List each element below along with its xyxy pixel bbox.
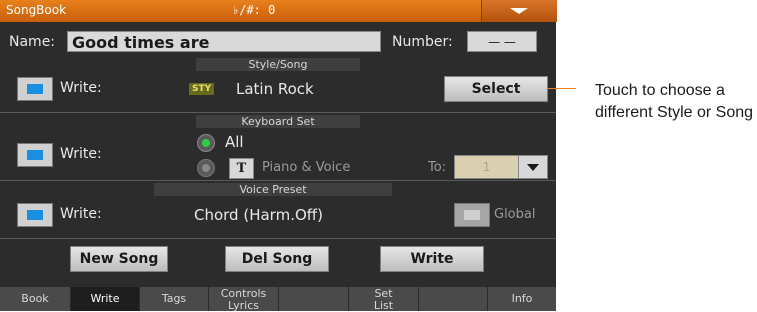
tab-empty	[279, 287, 349, 311]
radio-all[interactable]	[197, 134, 215, 152]
keyboard-write-label: Write:	[60, 146, 102, 162]
to-label: To:	[428, 160, 447, 175]
annotation-text: Touch to choose a different Style or Son…	[595, 82, 754, 121]
global-label: Global	[494, 207, 536, 222]
style-song-value: Latin Rock	[236, 80, 314, 98]
keyboard-set-heading: Keyboard Set	[196, 115, 360, 128]
voice-write-checkbox[interactable]	[17, 203, 53, 227]
tab-info[interactable]: Info	[488, 287, 556, 311]
del-song-button[interactable]: Del Song	[225, 246, 329, 272]
style-write-label: Write:	[60, 80, 102, 96]
name-label: Name:	[9, 34, 56, 50]
name-field[interactable]: Good times are	[67, 31, 381, 52]
voice-write-label: Write:	[60, 206, 102, 222]
piano-voice-label: Piano & Voice	[262, 160, 351, 175]
transpose-indicator: ♭/#: 0	[232, 3, 276, 17]
voice-preset-value: Chord (Harm.Off)	[194, 206, 323, 224]
tab-tags[interactable]: Tags	[140, 287, 209, 311]
write-button[interactable]: Write	[380, 246, 484, 272]
tab-label: Tags	[161, 292, 187, 305]
keyboard-write-checkbox[interactable]	[17, 143, 53, 167]
checkbox-on-mark	[27, 210, 43, 220]
page-title: SongBook	[6, 3, 67, 17]
tab-label-line1: Controls	[220, 287, 267, 300]
divider	[0, 112, 556, 113]
divider	[0, 180, 556, 181]
checkbox-off-mark	[464, 210, 480, 220]
voice-preset-heading: Voice Preset	[154, 183, 392, 196]
tab-set-list[interactable]: Set List	[349, 287, 419, 311]
new-song-button[interactable]: New Song	[70, 246, 168, 272]
tab-write[interactable]: Write	[71, 287, 140, 311]
number-field[interactable]: — —	[467, 31, 537, 52]
checkbox-on-mark	[27, 150, 43, 160]
to-select[interactable]: 1	[454, 155, 519, 179]
tab-label: Write	[90, 292, 120, 305]
number-label: Number:	[392, 34, 453, 50]
page-menu-button[interactable]	[481, 0, 557, 22]
to-dropdown-button[interactable]	[518, 155, 548, 179]
tab-label-line2: List	[373, 299, 394, 312]
tab-label: Info	[511, 292, 533, 305]
select-button[interactable]: Select	[444, 76, 548, 102]
tab-book[interactable]: Book	[0, 287, 71, 311]
tab-empty	[419, 287, 488, 311]
checkbox-on-mark	[27, 84, 43, 94]
tab-label: Book	[21, 292, 49, 305]
title-bar: SongBook ♭/#: 0	[0, 0, 557, 22]
songbook-screen: SongBook ♭/#: 0 Name: Good times are Num…	[0, 0, 557, 311]
chevron-down-icon	[510, 8, 528, 14]
radio-piano-voice[interactable]	[197, 159, 215, 177]
t-badge: T	[229, 158, 254, 179]
tab-controls-lyrics[interactable]: Controls Lyrics	[209, 287, 279, 311]
tab-label-line1: Set	[374, 287, 393, 300]
radio-on-dot	[202, 139, 210, 147]
dropdown-arrow-icon	[527, 164, 539, 171]
style-song-heading: Style/Song	[196, 58, 360, 71]
radio-all-label: All	[225, 133, 244, 151]
global-checkbox[interactable]	[454, 203, 490, 227]
tab-label-line2: Lyrics	[228, 299, 259, 312]
style-write-checkbox[interactable]	[17, 77, 53, 101]
callout-line	[548, 88, 576, 89]
radio-off-dot	[202, 164, 210, 172]
tab-bar: Book Write Tags Controls Lyrics Set List…	[0, 287, 556, 311]
sty-badge: STY	[189, 83, 215, 95]
divider	[0, 238, 556, 239]
